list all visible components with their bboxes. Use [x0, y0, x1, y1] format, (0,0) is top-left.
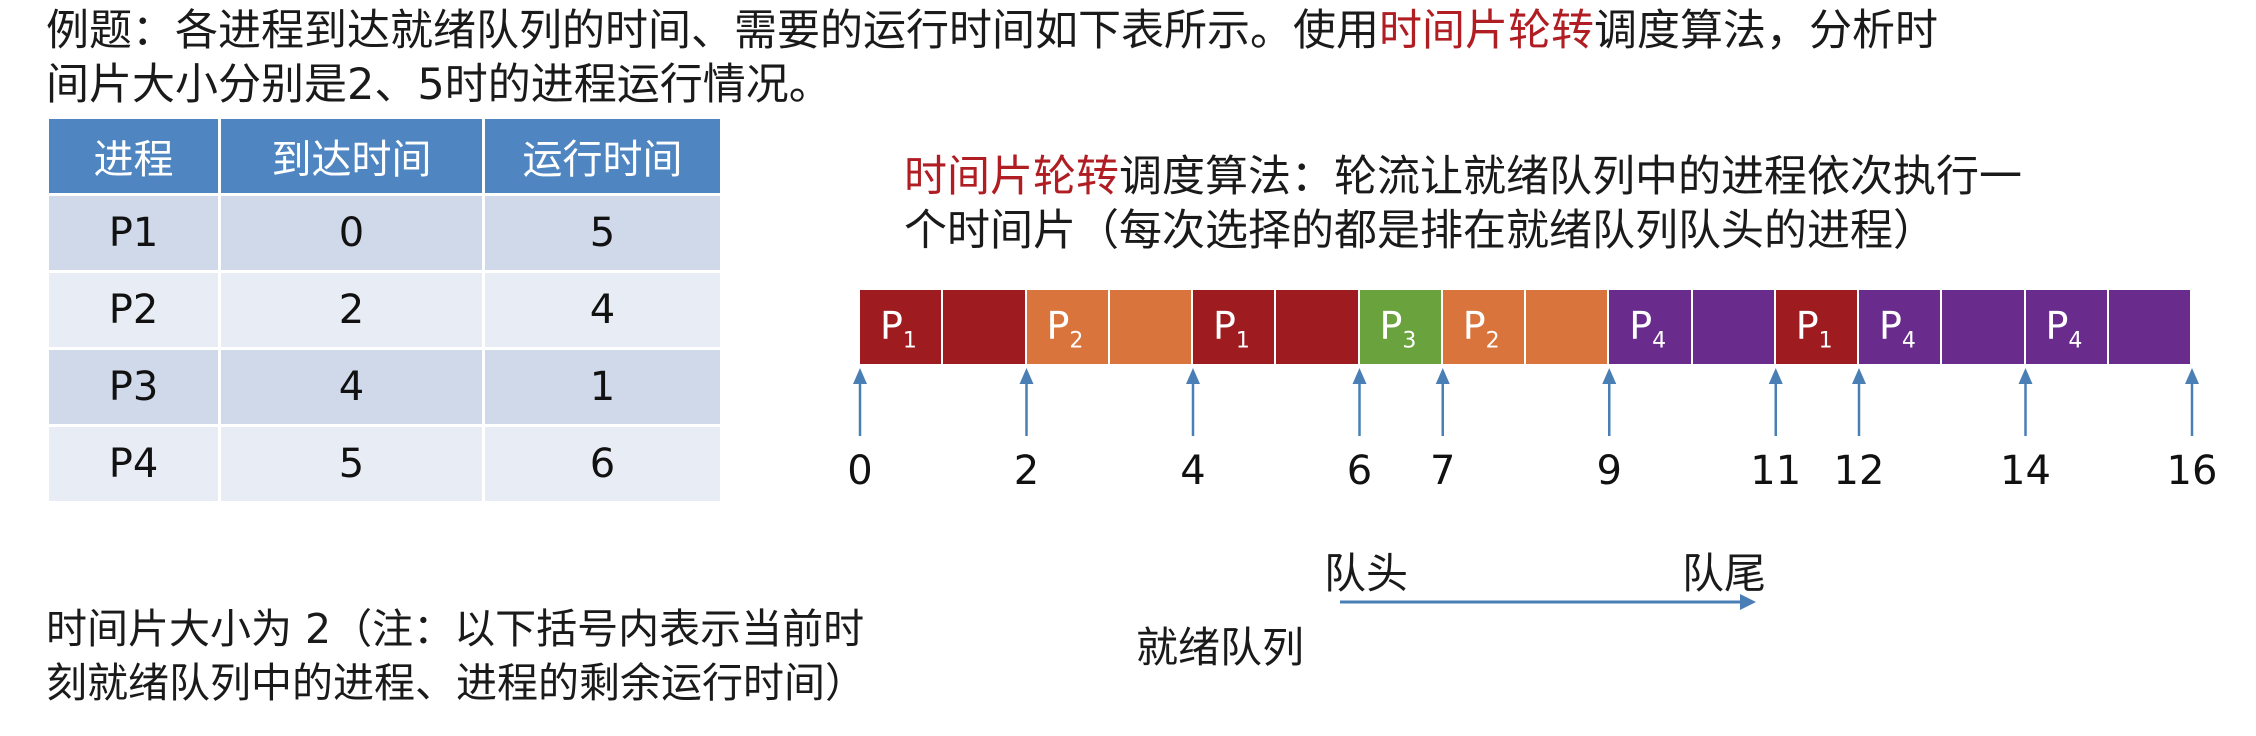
time-tick-label: 2 — [1013, 448, 1040, 494]
time-tick-label: 12 — [1833, 448, 1885, 494]
time-arrow-head — [1019, 368, 1034, 384]
time-tick-label: 9 — [1596, 448, 1622, 494]
time-arrow-head — [853, 368, 867, 384]
queue-direction-arrow — [1340, 594, 1756, 610]
quantum-note-line-2: 刻就绪队列中的进程、进程的剩余运行时间） — [46, 659, 866, 707]
time-arrow-head — [2018, 368, 2033, 384]
time-arrow-head — [2185, 368, 2199, 384]
time-tick-label: 4 — [1180, 448, 1206, 494]
time-tick-label: 7 — [1430, 448, 1456, 494]
quantum-note-line-1: 时间片大小为 2（注：以下括号内表示当前时 — [46, 605, 865, 653]
time-tick-label: 16 — [2166, 448, 2218, 494]
time-tick-label: 14 — [2000, 448, 2051, 494]
time-arrow-head — [1186, 368, 1200, 384]
time-tick-label: 11 — [1750, 448, 1802, 494]
time-arrow-head — [1435, 368, 1450, 384]
time-arrow-head — [1768, 368, 1783, 384]
ready-queue-label: 就绪队列 — [1136, 623, 1305, 672]
time-tick-label: 0 — [847, 448, 873, 494]
time-arrow-head — [1852, 368, 1866, 384]
time-arrow-head — [1602, 368, 1617, 384]
time-tick-label: 6 — [1346, 448, 1373, 494]
time-arrow-head — [1352, 368, 1367, 384]
